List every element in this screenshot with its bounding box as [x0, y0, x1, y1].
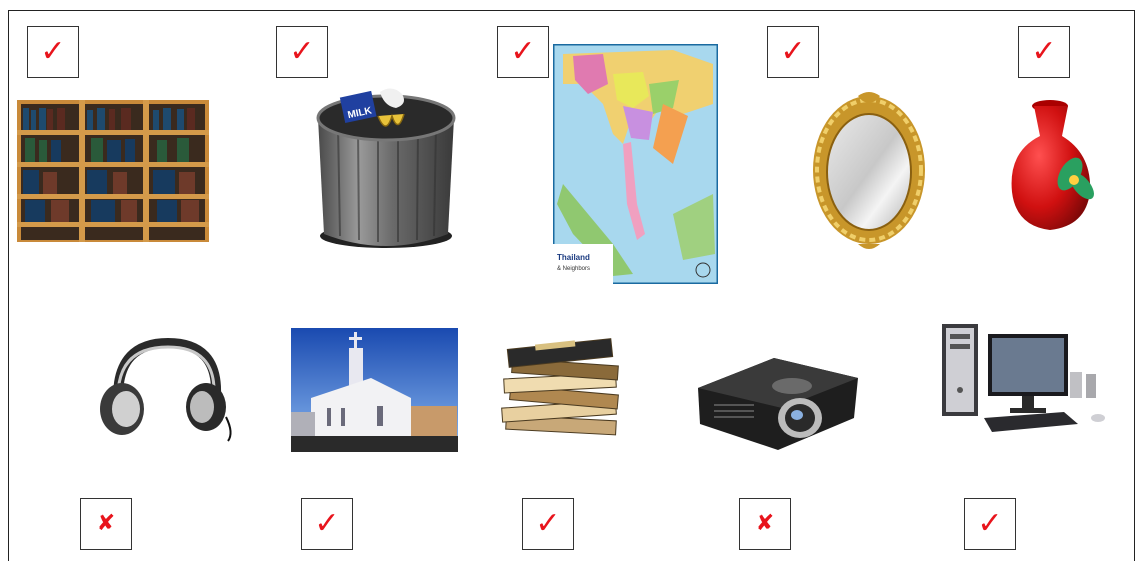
mark-box-books[interactable]: ✓	[522, 498, 574, 550]
mark-box-trash-can[interactable]: ✓	[276, 26, 328, 78]
projector-image	[694, 338, 862, 456]
mark-box-projector[interactable]: ✘	[739, 498, 791, 550]
check-icon: ✓	[535, 506, 561, 541]
check-icon: ✓	[977, 506, 1003, 541]
check-icon: ✓	[40, 34, 66, 69]
trash-can-image: MILK	[308, 86, 464, 250]
check-icon: ✓	[780, 34, 806, 69]
svg-text:Thailand: Thailand	[557, 253, 590, 262]
mark-box-vase[interactable]: ✓	[1018, 26, 1070, 78]
bookshelf-image	[17, 100, 209, 242]
cross-icon: ✘	[755, 511, 775, 536]
cross-icon: ✘	[96, 511, 116, 536]
mark-box-church[interactable]: ✓	[301, 498, 353, 550]
mark-box-mirror[interactable]: ✓	[767, 26, 819, 78]
check-icon: ✓	[314, 506, 340, 541]
svg-text:& Neighbors: & Neighbors	[557, 266, 590, 272]
mirror-image	[808, 92, 930, 252]
check-icon: ✓	[289, 34, 315, 69]
church-image	[291, 328, 458, 452]
mark-box-headphones[interactable]: ✘	[80, 498, 132, 550]
computer-image	[938, 320, 1108, 434]
check-icon: ✓	[1031, 34, 1057, 69]
mark-box-map[interactable]: ✓	[497, 26, 549, 78]
map-image: Thailand & Neighbors	[553, 44, 718, 284]
mark-box-computer[interactable]: ✓	[964, 498, 1016, 550]
check-icon: ✓	[510, 34, 536, 69]
headphones-image	[88, 337, 238, 442]
mark-box-bookshelf[interactable]: ✓	[27, 26, 79, 78]
vase-image	[978, 96, 1136, 234]
books-image	[496, 330, 630, 448]
